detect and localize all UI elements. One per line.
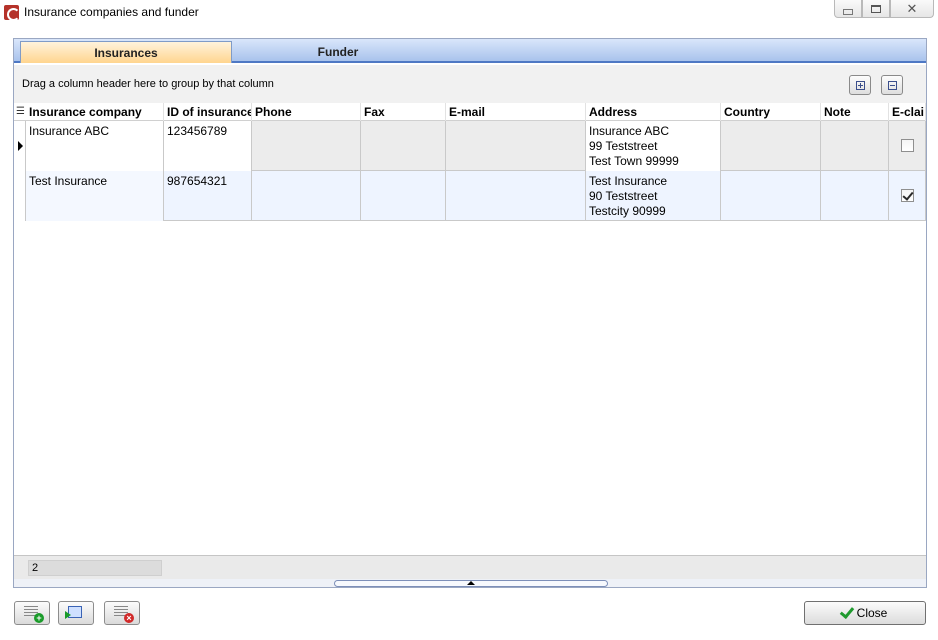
checkmark-icon — [839, 603, 854, 619]
column-header-fax[interactable]: Fax — [361, 103, 446, 121]
cell-phone[interactable] — [252, 121, 361, 171]
record-count: 2 — [28, 560, 162, 576]
collapse-all-button[interactable] — [881, 75, 903, 95]
cell-country[interactable] — [721, 171, 821, 221]
cell-eclaim — [889, 121, 926, 171]
address-line: Test Town 99999 — [589, 154, 679, 168]
column-header-phone[interactable]: Phone — [252, 103, 361, 121]
restore-icon — [871, 4, 881, 13]
app-logo-icon — [4, 5, 20, 21]
minus-box-icon — [887, 80, 897, 90]
cell-insurance-company[interactable]: Test Insurance — [26, 171, 164, 221]
eclaim-checkbox[interactable] — [901, 139, 914, 152]
window-title: Insurance companies and funder — [24, 5, 199, 19]
delete-insurance-button[interactable]: × — [104, 601, 140, 625]
cell-eclaim — [889, 171, 926, 221]
close-icon: ✕ — [906, 0, 918, 16]
grid-header-row: ☰ Insurance company ID of insurance Phon… — [14, 103, 926, 121]
column-header-address[interactable]: Address — [586, 103, 721, 121]
column-header-country[interactable]: Country — [721, 103, 821, 121]
cell-insurance-company[interactable]: Insurance ABC — [26, 121, 164, 171]
splitter[interactable] — [14, 579, 926, 587]
address-line: Insurance ABC — [589, 124, 670, 138]
delete-document-icon: × — [114, 606, 134, 623]
tab-insurances[interactable]: Insurances — [20, 41, 232, 63]
main-panel: Insurances Funder Drag a column header h… — [13, 38, 927, 588]
row-indicator[interactable] — [14, 171, 26, 221]
minimize-icon — [843, 8, 853, 15]
title-bar: Insurance companies and funder ✕ — [0, 0, 938, 26]
cell-note[interactable] — [821, 121, 889, 171]
window-controls: ✕ — [834, 0, 934, 18]
cell-address[interactable]: Insurance ABC 99 Teststreet Test Town 99… — [586, 121, 721, 171]
expand-all-button[interactable] — [849, 75, 871, 95]
plus-box-icon — [855, 80, 865, 90]
insurance-grid: ☰ Insurance company ID of insurance Phon… — [14, 103, 926, 221]
cell-id[interactable]: 987654321 — [164, 171, 252, 221]
copy-insurance-button[interactable] — [58, 601, 94, 625]
cell-phone[interactable] — [252, 171, 361, 221]
splitter-handle[interactable] — [334, 580, 608, 587]
group-by-hint: Drag a column header here to group by th… — [22, 78, 274, 90]
address-line: 90 Teststreet — [589, 189, 658, 203]
grid-footer: 2 — [14, 555, 926, 579]
tab-funder[interactable]: Funder — [232, 41, 444, 63]
close-button[interactable]: Close — [804, 601, 926, 625]
maximize-button[interactable] — [862, 0, 890, 18]
cell-fax[interactable] — [361, 121, 446, 171]
address-line: Test Insurance — [589, 174, 668, 188]
column-header-insurance-company[interactable]: Insurance company — [26, 103, 164, 121]
column-header-email[interactable]: E-mail — [446, 103, 586, 121]
cell-email[interactable] — [446, 171, 586, 221]
row-indicator[interactable] — [14, 121, 26, 171]
table-row[interactable]: Test Insurance 987654321 Test Insurance … — [14, 171, 926, 221]
cell-country[interactable] — [721, 121, 821, 171]
close-button-label: Close — [856, 606, 888, 620]
cell-email[interactable] — [446, 121, 586, 171]
cell-id[interactable]: 123456789 — [164, 121, 252, 171]
cell-address[interactable]: Test Insurance 90 Teststreet Testcity 90… — [586, 171, 721, 221]
address-line: 99 Teststreet — [589, 139, 658, 153]
add-document-icon: + — [24, 606, 44, 623]
window-close-button[interactable]: ✕ — [890, 0, 934, 18]
group-by-panel[interactable]: Drag a column header here to group by th… — [14, 65, 926, 103]
column-header-note[interactable]: Note — [821, 103, 889, 121]
tab-bar: Insurances Funder — [14, 39, 926, 63]
table-row[interactable]: Insurance ABC 123456789 Insurance ABC 99… — [14, 121, 926, 171]
column-header-eclaim[interactable]: E-clai — [889, 103, 926, 121]
current-row-arrow-icon — [18, 141, 23, 151]
copy-document-icon — [65, 606, 84, 620]
cell-note[interactable] — [821, 171, 889, 221]
address-line: Testcity 90999 — [589, 204, 666, 218]
column-chooser-icon[interactable]: ☰ — [14, 103, 26, 121]
cell-fax[interactable] — [361, 171, 446, 221]
add-insurance-button[interactable]: + — [14, 601, 50, 625]
eclaim-checkbox-checked[interactable] — [901, 189, 914, 202]
column-header-id[interactable]: ID of insurance — [164, 103, 252, 121]
minimize-button[interactable] — [834, 0, 862, 18]
